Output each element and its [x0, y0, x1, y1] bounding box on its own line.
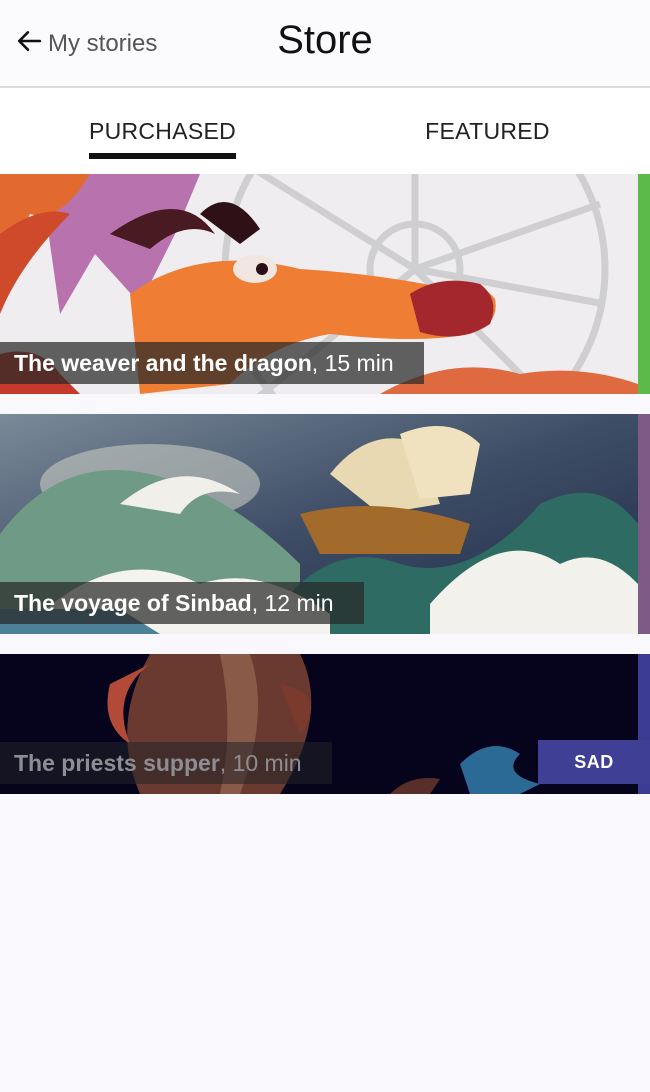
page-title: Store: [277, 18, 373, 62]
story-duration: , 10 min: [219, 749, 302, 776]
story-caption: The weaver and the dragon , 15 min: [0, 342, 424, 384]
story-title: The priests supper: [14, 749, 220, 776]
story-accent-bar: [638, 174, 650, 394]
story-card-priests-supper[interactable]: The priests supper , 10 min SAD: [0, 654, 650, 794]
story-title: The weaver and the dragon: [14, 349, 312, 376]
mood-tag[interactable]: SAD: [538, 740, 650, 784]
tab-bar: PURCHASED FEATURED: [0, 88, 650, 174]
story-title: The voyage of Sinbad: [14, 589, 252, 616]
top-bar: My stories Store: [0, 0, 650, 88]
story-accent-bar: [638, 414, 650, 634]
story-card-weaver-dragon[interactable]: The weaver and the dragon , 15 min: [0, 174, 650, 394]
tab-featured[interactable]: FEATURED: [325, 88, 650, 174]
story-list: The weaver and the dragon , 15 min The v…: [0, 174, 650, 794]
tab-purchased-label: PURCHASED: [88, 118, 237, 159]
story-caption: The voyage of Sinbad , 12 min: [0, 582, 364, 624]
story-caption: The priests supper , 10 min: [0, 742, 332, 784]
story-duration: , 15 min: [311, 349, 394, 376]
story-duration: , 12 min: [251, 589, 334, 616]
story-card-sinbad[interactable]: The voyage of Sinbad , 12 min: [0, 414, 650, 634]
tab-featured-label: FEATURED: [425, 118, 550, 144]
tab-purchased[interactable]: PURCHASED: [0, 88, 325, 174]
